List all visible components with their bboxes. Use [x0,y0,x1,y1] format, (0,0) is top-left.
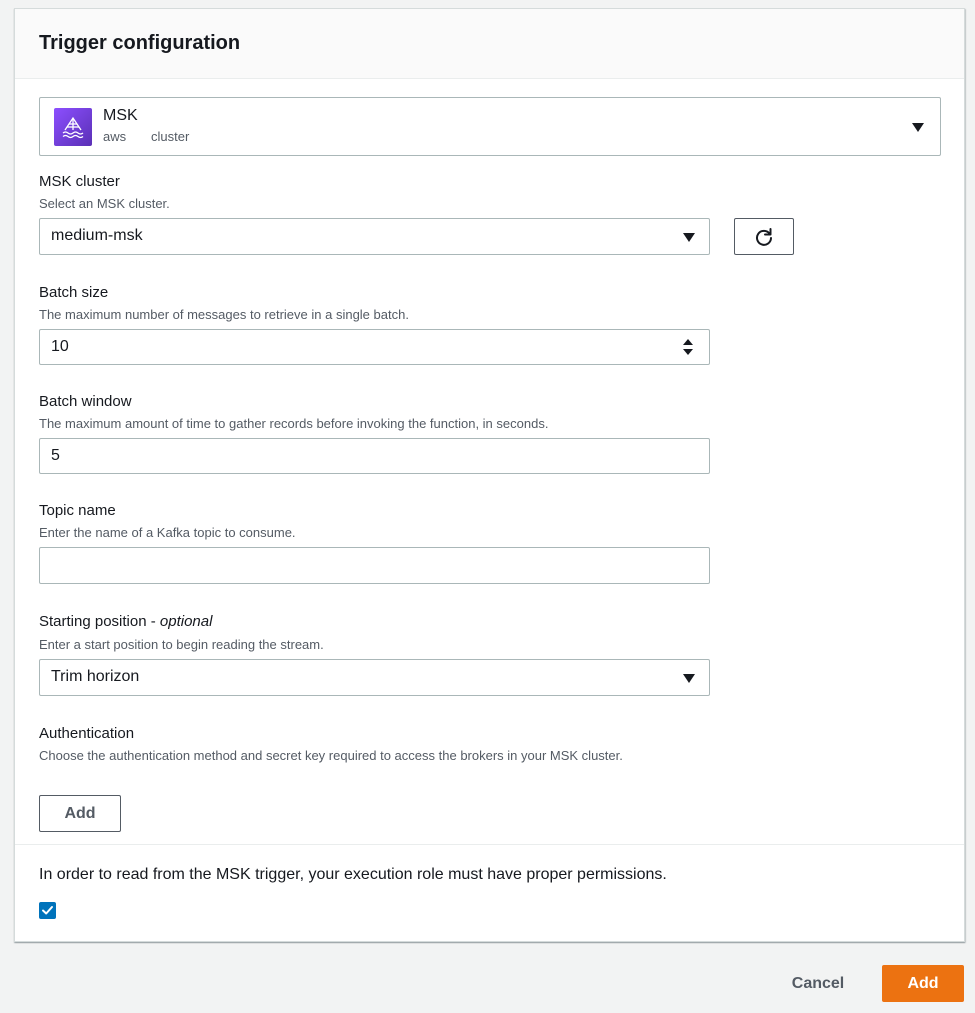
number-stepper[interactable] [683,338,695,358]
refresh-button[interactable] [734,218,794,255]
batch-size-input[interactable]: 10 [39,329,710,365]
refresh-icon [756,228,772,246]
msk-cluster-value: medium-msk [51,227,143,244]
starting-position-label: Starting position - optional [39,613,212,630]
starting-position-label-text: Starting position - [39,613,160,630]
service-name: MSK [103,107,138,124]
checkmark-icon [42,906,53,915]
chevron-down-icon [683,233,695,242]
msk-service-icon [54,108,92,146]
starting-position-select[interactable]: Trim horizon [39,659,710,696]
msk-cluster-description: Select an MSK cluster. [39,196,170,211]
panel-header: Trigger configuration [15,9,964,79]
optional-label: optional [159,613,213,630]
batch-size-label: Batch size [39,284,109,301]
service-tag-cluster: cluster [151,129,190,144]
batch-size-value: 10 [51,338,69,355]
starting-position-value: Trim horizon [51,668,140,685]
add-authentication-button[interactable]: Add [39,795,121,832]
chevron-down-icon [683,674,695,683]
msk-cluster-label: MSK cluster [39,173,120,190]
authentication-label: Authentication [39,725,135,742]
topic-name-description: Enter the name of a Kafka topic to consu… [39,525,296,540]
batch-size-description: The maximum number of messages to retrie… [39,307,409,322]
permissions-checkbox[interactable] [39,902,56,919]
increment-arrow-icon[interactable] [683,339,693,345]
permissions-text: In order to read from the MSK trigger, y… [39,866,667,883]
msk-cluster-select[interactable]: medium-msk [39,218,710,255]
starting-position-description: Enter a start position to begin reading … [39,637,324,652]
topic-name-label: Topic name [39,502,116,519]
authentication-description: Choose the authentication method and sec… [39,748,623,763]
divider [15,844,964,845]
cancel-button[interactable]: Cancel [778,966,858,1002]
decrement-arrow-icon[interactable] [683,349,693,355]
batch-window-input[interactable]: 5 [39,438,710,474]
batch-window-value: 5 [51,447,60,464]
batch-window-description: The maximum amount of time to gather rec… [39,416,549,431]
panel-title: Trigger configuration [39,32,241,54]
add-trigger-button[interactable]: Add [882,965,964,1002]
trigger-source-select[interactable]: MSK aws cluster [39,97,941,156]
trigger-configuration-panel: Trigger configuration MSK aws cluster MS… [14,8,965,942]
batch-window-label: Batch window [39,393,132,410]
chevron-down-icon [912,123,924,132]
topic-name-input[interactable] [39,547,710,584]
service-tag-aws: aws [103,129,127,144]
